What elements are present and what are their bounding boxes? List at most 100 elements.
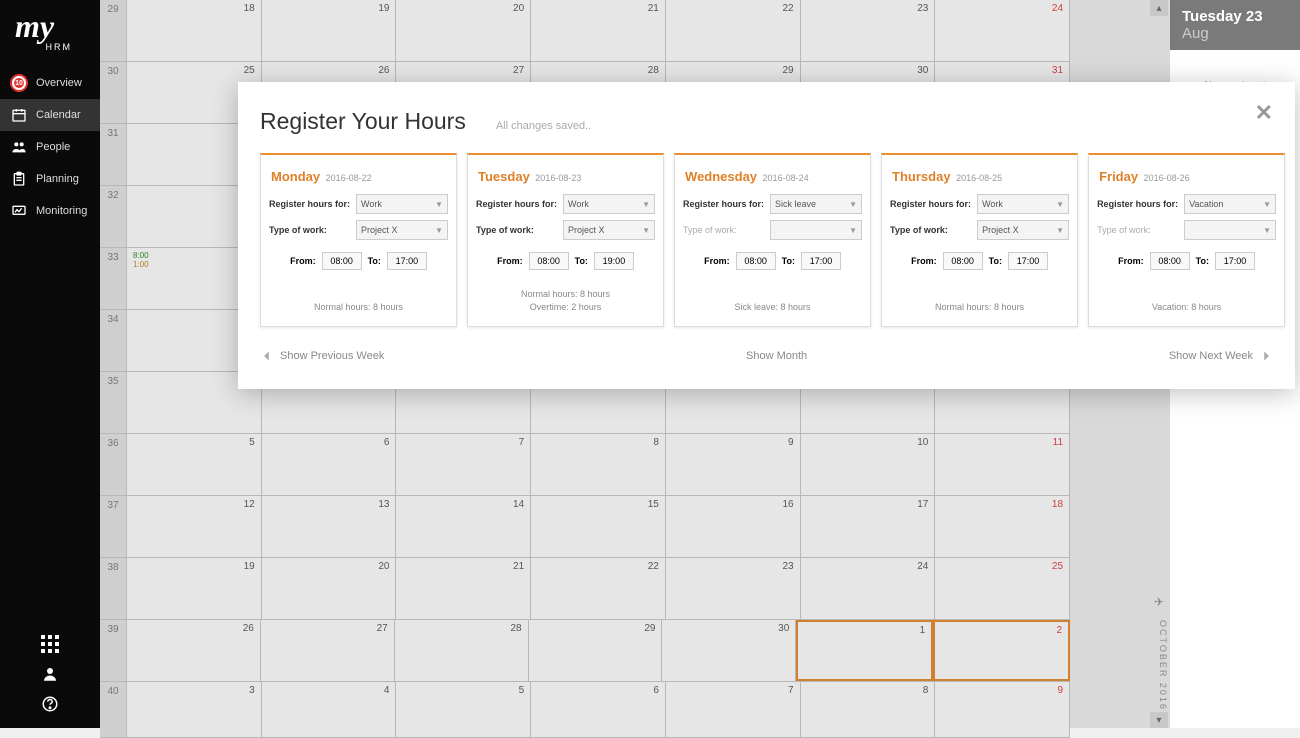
from-input[interactable]: 08:00 [943,252,983,270]
to-input[interactable]: 17:00 [1008,252,1048,270]
type-select: ▼ [1184,220,1276,240]
calendar-cell[interactable]: 4 [262,682,397,737]
calendar-cell[interactable]: 8 [801,682,936,737]
calendar-cell[interactable]: 28 [395,620,529,681]
calendar-cell[interactable]: 23 [666,558,801,619]
card-summary: Sick leave: 8 hours [683,293,862,314]
calendar-cell[interactable]: 2 [933,620,1070,681]
calendar-cell[interactable]: 8 [531,434,666,495]
from-input[interactable]: 08:00 [736,252,776,270]
scroll-up[interactable]: ▴ [1150,0,1168,16]
calendar-cell[interactable]: 23 [801,0,936,61]
user-icon[interactable] [41,665,59,683]
calendar-cell[interactable]: 20 [396,0,531,61]
type-select: ▼ [770,220,862,240]
calendar-cell[interactable]: 19 [262,0,397,61]
register-label: Register hours for: [890,199,971,209]
nav-list: 10 Overview Calendar People Planning M [0,67,100,227]
sidebar-bottom [0,635,100,728]
close-icon[interactable]: ✕ [1255,100,1273,126]
calendar-cell[interactable]: 15 [531,496,666,557]
logo-text: my [15,8,54,44]
calendar-cell[interactable]: 18 [127,0,262,61]
to-input[interactable]: 19:00 [594,252,634,270]
from-input[interactable]: 08:00 [1150,252,1190,270]
nav-people[interactable]: People [0,131,100,163]
calendar-cell[interactable]: 14 [396,496,531,557]
nav-calendar[interactable]: Calendar [0,99,100,131]
calendar-cell[interactable]: 22 [531,558,666,619]
to-label: To: [1196,256,1209,266]
from-input[interactable]: 08:00 [529,252,569,270]
nav-planning[interactable]: Planning [0,163,100,195]
calendar-cell[interactable]: 30 [662,620,796,681]
calendar-cell[interactable]: 10 [801,434,936,495]
register-select[interactable]: Work▼ [563,194,655,214]
calendar-cell[interactable]: 26 [127,620,261,681]
day-card: Friday 2016-08-26 Register hours for: Va… [1088,153,1285,327]
day-name: Wednesday 2016-08-24 [683,165,862,194]
calendar-cell[interactable]: 6 [531,682,666,737]
calendar-cell[interactable]: 5 [396,682,531,737]
modal-nav: Show Previous Week Show Month Show Next … [238,327,1295,363]
calendar-cell[interactable]: 1 [796,620,933,681]
show-previous-week[interactable]: Show Previous Week [260,349,384,363]
calendar-cell[interactable]: 5 [127,434,262,495]
calendar-cell[interactable]: 11 [935,434,1070,495]
type-select[interactable]: Project X▼ [356,220,448,240]
clipboard-icon [10,170,28,188]
week-number: 32 [100,186,127,247]
chevron-right-icon [1259,349,1273,363]
apps-icon[interactable] [41,635,59,653]
type-select[interactable]: Project X▼ [977,220,1069,240]
calendar-cell[interactable]: 21 [396,558,531,619]
calendar-cell[interactable]: 9 [666,434,801,495]
from-input[interactable]: 08:00 [322,252,362,270]
people-icon [10,138,28,156]
to-input[interactable]: 17:00 [387,252,427,270]
calendar-cell[interactable]: 18 [935,496,1070,557]
nav-overview[interactable]: 10 Overview [0,67,100,99]
day-card: Tuesday 2016-08-23 Register hours for: W… [467,153,664,327]
modal-subtitle: All changes saved.. [496,120,591,132]
calendar-cell[interactable]: 12 [127,496,262,557]
calendar-cell[interactable]: 13 [262,496,397,557]
show-month[interactable]: Show Month [746,350,807,362]
nav-label: Calendar [36,109,81,121]
type-select[interactable]: Project X▼ [563,220,655,240]
prev-label: Show Previous Week [280,350,384,362]
calendar-cell[interactable]: 19 [127,558,262,619]
calendar-cell[interactable]: 9 [935,682,1070,737]
card-summary: Normal hours: 8 hours [890,293,1069,314]
help-icon[interactable] [41,695,59,713]
calendar-cell[interactable]: 20 [262,558,397,619]
calendar-cell[interactable]: 29 [529,620,663,681]
to-input[interactable]: 17:00 [801,252,841,270]
register-select[interactable]: Work▼ [977,194,1069,214]
calendar-cell[interactable]: 7 [396,434,531,495]
nav-monitoring[interactable]: Monitoring [0,195,100,227]
calendar-cell[interactable]: 25 [935,558,1070,619]
calendar-cell[interactable]: 3 [127,682,262,737]
type-label: Type of work: [683,225,737,235]
calendar-cell[interactable]: 24 [801,558,936,619]
show-next-week[interactable]: Show Next Week [1169,349,1273,363]
calendar-cell[interactable]: 21 [531,0,666,61]
calendar-icon [10,106,28,124]
week-number: 38 [100,558,127,619]
calendar-cell[interactable]: 7 [666,682,801,737]
calendar-cell[interactable]: 27 [261,620,395,681]
register-label: Register hours for: [269,199,350,209]
scroll-down[interactable]: ▾ [1150,712,1168,728]
calendar-cell[interactable]: 16 [666,496,801,557]
week-number: 36 [100,434,127,495]
register-select[interactable]: Vacation▼ [1184,194,1276,214]
week-number: 39 [100,620,127,681]
calendar-cell[interactable]: 17 [801,496,936,557]
calendar-cell[interactable]: 22 [666,0,801,61]
calendar-cell[interactable]: 24 [935,0,1070,61]
to-input[interactable]: 17:00 [1215,252,1255,270]
calendar-cell[interactable]: 6 [262,434,397,495]
register-select[interactable]: Sick leave▼ [770,194,862,214]
register-select[interactable]: Work▼ [356,194,448,214]
